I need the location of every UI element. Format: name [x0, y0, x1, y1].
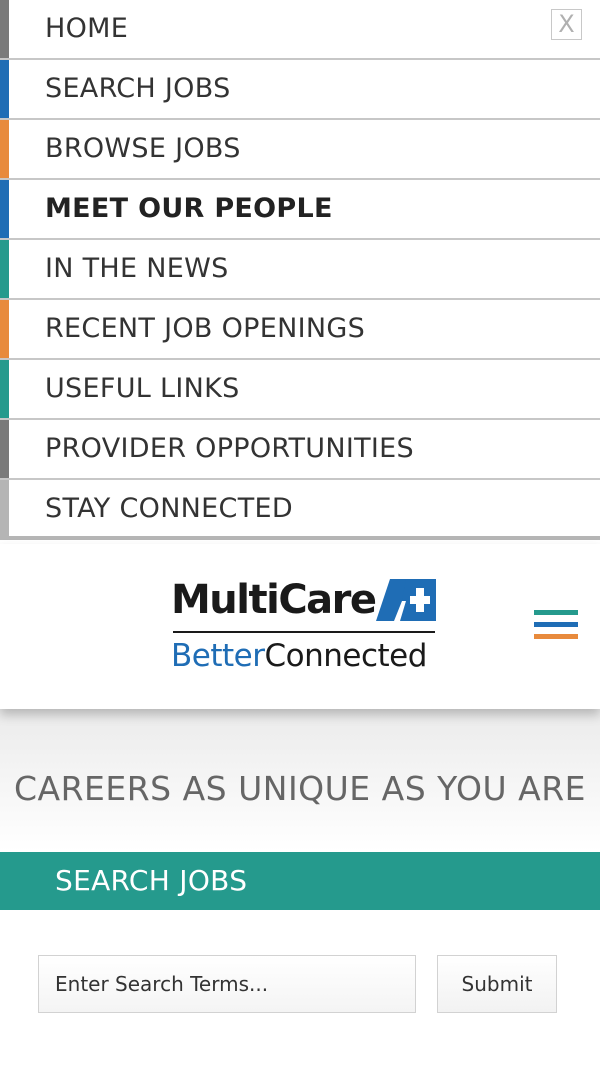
nav-item-label: MEET OUR PEOPLE — [45, 193, 333, 224]
submit-button[interactable]: Submit — [437, 955, 557, 1013]
logo-divider — [173, 631, 435, 633]
search-jobs-title: SEARCH JOBS — [55, 864, 248, 897]
nav-item-color-stripe — [0, 360, 9, 418]
nav-item-label: HOME — [45, 13, 129, 44]
search-input[interactable] — [38, 955, 416, 1013]
nav-item-label: USEFUL LINKS — [45, 373, 240, 404]
nav-item-color-stripe — [0, 300, 9, 358]
hamburger-menu-icon[interactable] — [534, 610, 578, 640]
nav-item-label: IN THE NEWS — [45, 253, 229, 284]
nav-menu: X HOME SEARCH JOBS BROWSE JOBS MEET OUR PEO… — [0, 0, 600, 540]
site-header: MultiCare BetterConnected — [0, 544, 600, 709]
nav-item-color-stripe — [0, 0, 9, 58]
nav-item-color-stripe — [0, 60, 9, 118]
logo-wordmark: MultiCare — [171, 577, 377, 623]
nav-item-label: STAY CONNECTED — [45, 493, 293, 524]
logo-tagline: BetterConnected — [171, 636, 427, 676]
nav-item-color-stripe — [0, 120, 9, 178]
search-jobs-bar: SEARCH JOBS — [0, 852, 600, 910]
nav-item-useful-links[interactable]: USEFUL LINKS — [0, 360, 600, 420]
close-menu-button[interactable]: X — [551, 9, 582, 40]
nav-item-recent-job-openings[interactable]: RECENT JOB OPENINGS — [0, 300, 600, 360]
logo-tagline-connected: Connected — [264, 638, 427, 674]
nav-item-label: RECENT JOB OPENINGS — [45, 313, 366, 344]
nav-item-label: PROVIDER OPPORTUNITIES — [45, 433, 414, 464]
nav-item-label: SEARCH JOBS — [45, 73, 231, 104]
nav-item-in-the-news[interactable]: IN THE NEWS — [0, 240, 600, 300]
nav-item-color-stripe — [0, 480, 9, 536]
multicare-logo[interactable]: MultiCare BetterConnected — [171, 576, 439, 676]
nav-list: HOME SEARCH JOBS BROWSE JOBS MEET OUR PEOPL… — [0, 0, 600, 536]
nav-item-home[interactable]: HOME — [0, 0, 600, 60]
hero-tagline: CAREERS AS UNIQUE AS YOU ARE — [13, 769, 586, 808]
nav-item-color-stripe — [0, 420, 9, 478]
nav-item-meet-our-people[interactable]: MEET OUR PEOPLE — [0, 180, 600, 240]
plus-cross-icon — [376, 579, 436, 621]
hero-banner: CAREERS AS UNIQUE AS YOU ARE — [0, 709, 600, 852]
nav-item-label: BROWSE JOBS — [45, 133, 241, 164]
nav-item-stay-connected[interactable]: STAY CONNECTED — [0, 480, 600, 536]
nav-item-search-jobs[interactable]: SEARCH JOBS — [0, 60, 600, 120]
logo-tagline-better: Better — [171, 638, 265, 674]
nav-item-provider-opportunities[interactable]: PROVIDER OPPORTUNITIES — [0, 420, 600, 480]
nav-item-color-stripe — [0, 240, 9, 298]
nav-item-browse-jobs[interactable]: BROWSE JOBS — [0, 120, 600, 180]
nav-item-color-stripe — [0, 180, 9, 238]
